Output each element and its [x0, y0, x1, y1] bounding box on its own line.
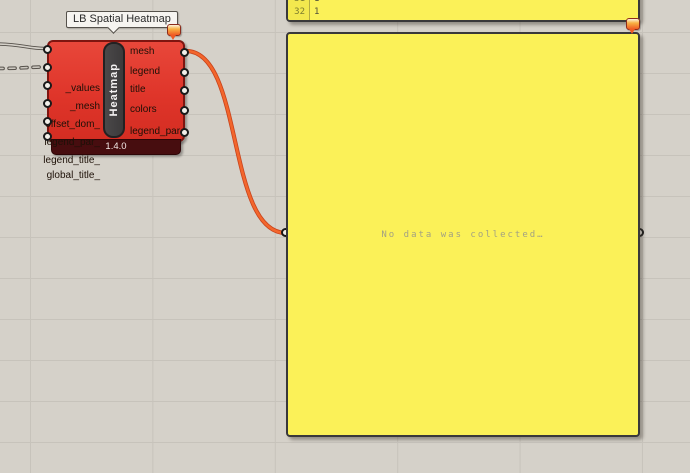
component-name-tag: LB Spatial Heatmap: [66, 11, 178, 34]
input-connector-legend-title[interactable]: [43, 116, 52, 126]
input-label-mesh: _mesh: [69, 101, 100, 112]
input-label-offset-dom: offset_dom_: [45, 119, 100, 130]
row-value: 1: [314, 19, 319, 20]
output-label-legend-par: legend_par: [130, 126, 181, 137]
input-connector-mesh[interactable]: [43, 62, 52, 72]
output-label-legend: legend: [130, 66, 161, 77]
output-connector-colors[interactable]: [180, 105, 189, 115]
input-connector-global-title[interactable]: [43, 131, 52, 141]
output-connector-mesh[interactable]: [180, 47, 189, 57]
output-label-colors: colors: [130, 104, 157, 115]
warning-balloon-icon[interactable]: [167, 24, 181, 40]
message-panel[interactable]: No data was collected…: [286, 32, 640, 437]
output-connector-legend[interactable]: [180, 67, 189, 77]
input-connector-legend-par[interactable]: [43, 98, 52, 108]
panel-message: No data was collected…: [381, 229, 545, 240]
output-connector-legend-par[interactable]: [180, 127, 189, 137]
output-label-title: title: [130, 84, 146, 95]
data-panel[interactable]: 31 1 32 1 33 1: [286, 0, 640, 22]
component-name-tag-label: LB Spatial Heatmap: [73, 13, 171, 25]
wire-values[interactable]: [0, 42, 45, 51]
wire-mesh-to-panel[interactable]: [185, 48, 287, 236]
wire-mesh-dashed[interactable]: [0, 65, 46, 71]
row-index: 33: [288, 19, 305, 20]
warning-balloon-icon[interactable]: [626, 18, 640, 34]
row-index: 32: [294, 7, 305, 17]
heatmap-component[interactable]: 1.4.0 _values _mesh offset_dom_ legend_p…: [43, 40, 189, 181]
component-title: Heatmap: [108, 63, 120, 117]
row-value: 1: [314, 7, 320, 17]
input-connector-values[interactable]: [43, 44, 52, 54]
input-label-legend-title: legend_title_: [43, 155, 100, 166]
input-label-legend-par: legend_par_: [44, 137, 100, 148]
input-connector-offset-dom[interactable]: [43, 80, 52, 90]
grasshopper-canvas: 31 1 32 1 33 1 No data was collected… 1.…: [0, 0, 690, 473]
input-label-values: _values: [65, 83, 100, 94]
output-connector-title[interactable]: [180, 85, 189, 95]
component-name-capsule[interactable]: Heatmap: [103, 42, 125, 138]
output-label-mesh: mesh: [130, 46, 155, 57]
input-label-global-title: global_title_: [46, 170, 100, 181]
